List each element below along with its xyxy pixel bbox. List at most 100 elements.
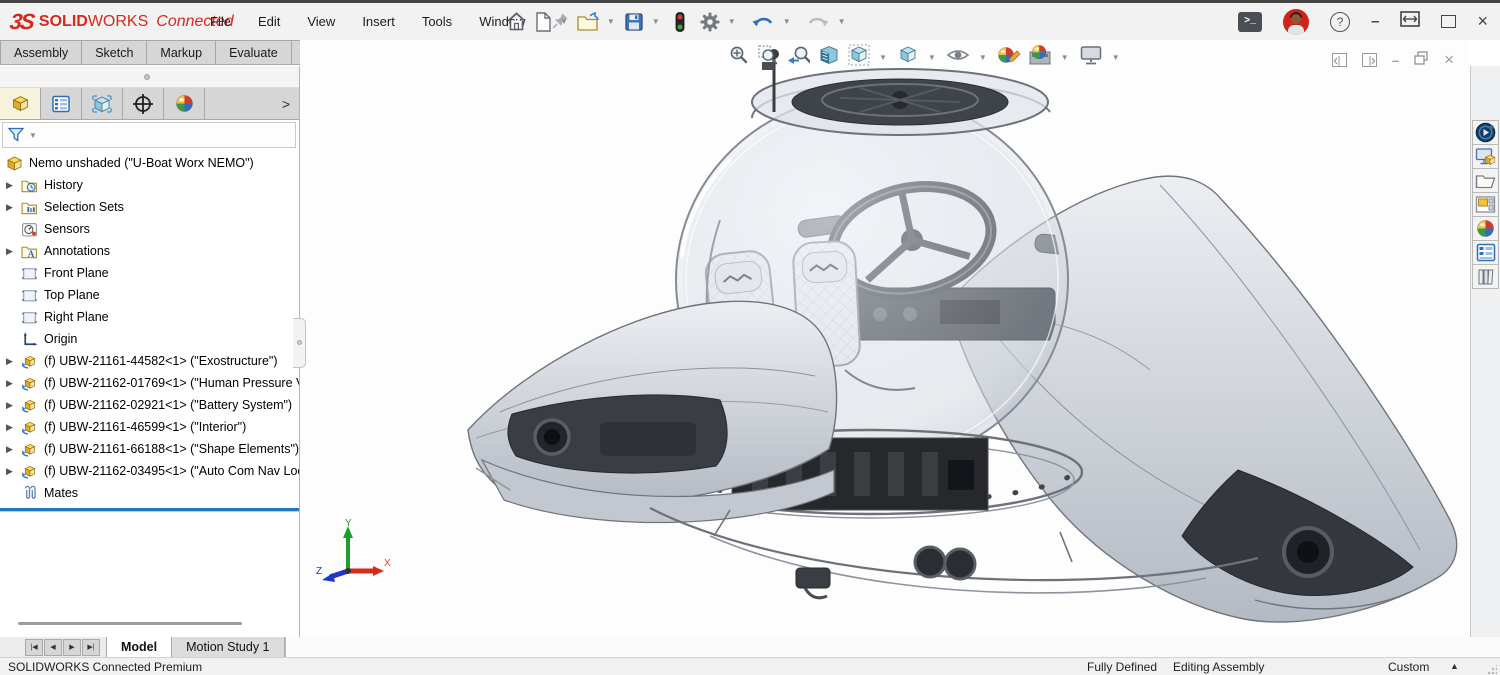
home-button[interactable] (505, 10, 528, 33)
expand-arrow-icon[interactable]: ▶ (6, 246, 21, 257)
tree-filter[interactable]: ▼ (2, 122, 296, 148)
tab-scroll-first[interactable]: |◀ (25, 639, 43, 656)
design-library-icon[interactable] (1472, 168, 1499, 193)
tree-item-history[interactable]: ▶ History (0, 174, 299, 196)
new-document-dropdown[interactable]: ▼ (560, 17, 568, 26)
tab-scroll-next[interactable]: ▶ (63, 639, 81, 656)
resize-grip[interactable] (1487, 665, 1497, 675)
view-orientation-icon[interactable] (848, 44, 870, 71)
tab-scroll-last[interactable]: ▶| (82, 639, 100, 656)
tree-item-component[interactable]: ▶ (f) UBW-21162-03495<1> ("Auto Com Nav … (0, 460, 299, 482)
expand-arrow-icon[interactable]: ▶ (6, 378, 21, 389)
close-button[interactable]: × (1477, 11, 1488, 32)
tree-item-selection-sets[interactable]: ▶ Selection Sets (0, 196, 299, 218)
expand-arrow-icon[interactable]: ▶ (6, 400, 21, 411)
redo-dropdown[interactable]: ▼ (838, 17, 846, 26)
menu-view[interactable]: View (307, 14, 335, 29)
edit-appearance-icon[interactable] (997, 44, 1021, 71)
panel-expand-arrow[interactable]: > (273, 88, 299, 119)
expand-arrow-icon[interactable]: ▶ (6, 356, 21, 367)
tree-item-mates[interactable]: ▶ Mates (0, 482, 299, 504)
appearances-scenes-decals-icon[interactable] (1472, 216, 1499, 241)
redo-button[interactable] (805, 11, 831, 33)
minimize-button[interactable]: – (1371, 13, 1379, 30)
tab-propertymanager[interactable] (41, 88, 82, 119)
filter-dropdown[interactable]: ▼ (29, 131, 37, 140)
panel-splitter-handle[interactable] (0, 66, 299, 88)
tree-item-component[interactable]: ▶ (f) UBW-21161-66188<1> ("Shape Element… (0, 438, 299, 460)
graphics-area[interactable]: ▼ ▼ ▼ ▼ ▼ – × Y X Z (300, 40, 1470, 637)
user-avatar[interactable] (1283, 9, 1309, 35)
tab-assembly[interactable]: Assembly (0, 40, 82, 65)
tree-item-component[interactable]: ▶ (f) UBW-21162-02921<1> ("Battery Syste… (0, 394, 299, 416)
doc-restore-button[interactable] (1414, 51, 1429, 70)
new-document-button[interactable] (533, 11, 553, 33)
tree-horizontal-scrollbar[interactable] (18, 622, 242, 625)
tree-root[interactable]: Nemo unshaded ("U-Boat Worx NEMO") (0, 152, 299, 174)
rollback-bar[interactable] (0, 508, 299, 511)
solidworks-resources-icon[interactable] (1472, 144, 1499, 169)
help-icon[interactable]: ? (1330, 12, 1350, 32)
tab-appearances-scenes[interactable] (164, 88, 205, 119)
expand-arrow-icon[interactable]: ▶ (6, 180, 21, 191)
tab-markup[interactable]: Markup (147, 40, 216, 65)
rebuild-traffic-light-button[interactable] (674, 11, 686, 33)
tab-configuration-manager[interactable] (82, 88, 123, 119)
tree-item-origin[interactable]: ▶ Origin (0, 328, 299, 350)
pane-right-icon[interactable] (1362, 53, 1377, 67)
menu-file[interactable]: File (210, 14, 231, 29)
save-button[interactable] (623, 11, 645, 33)
custom-properties-icon[interactable] (1472, 240, 1499, 265)
tree-item-sensors[interactable]: ▶ Sensors (0, 218, 299, 240)
view-palette-icon[interactable] (1472, 192, 1499, 217)
terminal-icon[interactable]: >_ (1238, 12, 1262, 32)
status-configuration[interactable]: Custom (1388, 660, 1429, 674)
section-view-icon[interactable] (817, 44, 841, 71)
undo-dropdown[interactable]: ▼ (783, 17, 791, 26)
tree-item-component[interactable]: ▶ (f) UBW-21162-01769<1> ("Human Pressur… (0, 372, 299, 394)
library-books-icon[interactable] (1472, 264, 1499, 289)
apply-scene-dropdown[interactable]: ▼ (1061, 53, 1069, 62)
tab-scroll-prev[interactable]: ◀ (44, 639, 62, 656)
doc-close-button[interactable]: × (1444, 50, 1454, 70)
tree-item-component[interactable]: ▶ (f) UBW-21161-46599<1> ("Interior") (0, 416, 299, 438)
dock-panes-button[interactable] (1400, 11, 1420, 32)
options-dropdown[interactable]: ▼ (728, 17, 736, 26)
view-settings-icon[interactable] (1079, 44, 1103, 71)
tab-sketch[interactable]: Sketch (82, 40, 147, 65)
tab-featuremanager-design-tree[interactable] (0, 88, 41, 119)
tree-item-right-plane[interactable]: ▶ Right Plane (0, 306, 299, 328)
tree-item-front-plane[interactable]: ▶ Front Plane (0, 262, 299, 284)
options-gear-button[interactable] (699, 11, 721, 33)
configuration-dropdown[interactable]: ▲ (1450, 661, 1459, 671)
menu-edit[interactable]: Edit (258, 14, 280, 29)
menu-tools[interactable]: Tools (422, 14, 452, 29)
tree-item-top-plane[interactable]: ▶ Top Plane (0, 284, 299, 306)
menu-insert[interactable]: Insert (362, 14, 395, 29)
save-dropdown[interactable]: ▼ (652, 17, 660, 26)
hide-show-items-icon[interactable] (946, 45, 970, 70)
hide-show-dropdown[interactable]: ▼ (979, 53, 987, 62)
expand-arrow-icon[interactable]: ▶ (6, 202, 21, 213)
expand-arrow-icon[interactable]: ▶ (6, 466, 21, 477)
doc-tab-model[interactable]: Model (106, 637, 172, 657)
tree-item-component[interactable]: ▶ (f) UBW-21161-44582<1> ("Exostructure"… (0, 350, 299, 372)
tree-item-annotations[interactable]: ▶ A Annotations (0, 240, 299, 262)
apply-scene-icon[interactable] (1028, 44, 1052, 71)
panel-viewport-splitter[interactable] (293, 318, 306, 368)
maximize-button[interactable] (1441, 15, 1456, 28)
display-style-dropdown[interactable]: ▼ (928, 53, 936, 62)
pane-left-icon[interactable] (1332, 53, 1347, 67)
3dexperience-compass-icon[interactable] (1472, 120, 1499, 145)
zoom-to-fit-icon[interactable] (728, 44, 750, 71)
display-style-icon[interactable] (897, 44, 919, 71)
expand-arrow-icon[interactable]: ▶ (6, 444, 21, 455)
view-orientation-dropdown[interactable]: ▼ (879, 53, 887, 62)
tab-dimxpertmanager[interactable] (123, 88, 164, 119)
zoom-to-area-icon[interactable] (757, 44, 779, 71)
undo-button[interactable] (750, 11, 776, 33)
expand-arrow-icon[interactable]: ▶ (6, 422, 21, 433)
doc-tab-motion-study[interactable]: Motion Study 1 (172, 637, 284, 657)
doc-minimize-button[interactable]: – (1392, 53, 1399, 68)
previous-view-icon[interactable] (786, 44, 810, 71)
